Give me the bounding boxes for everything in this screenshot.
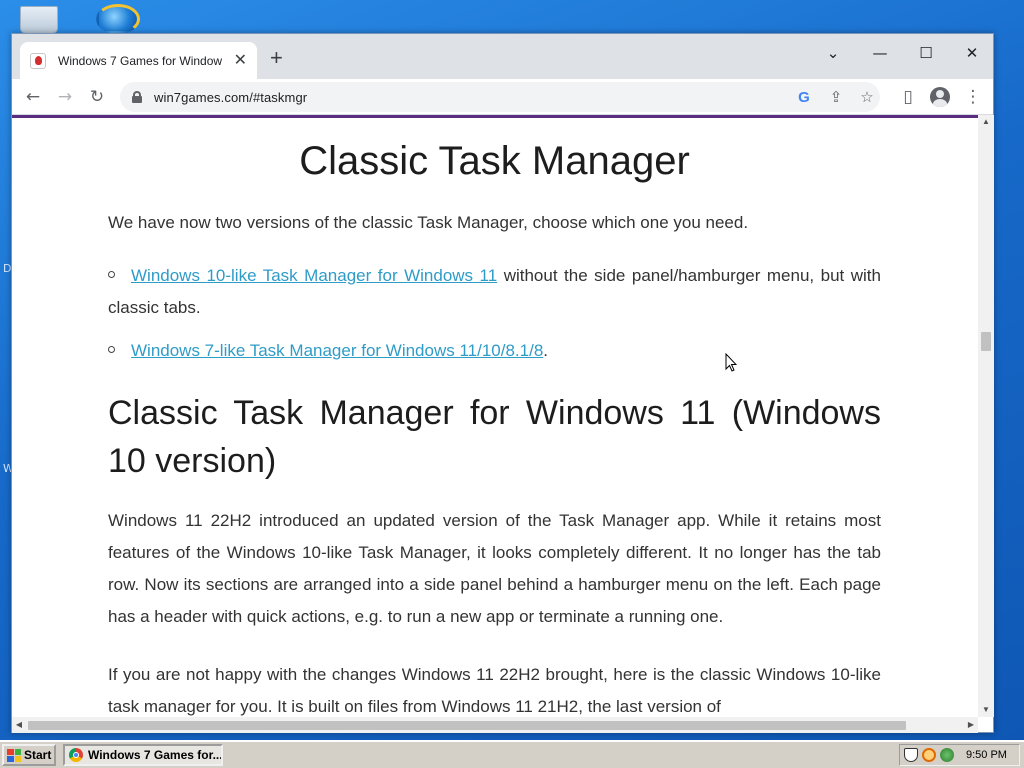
bookmark-star-icon[interactable]: ☆	[855, 85, 879, 109]
list-item: Windows 7-like Task Manager for Windows …	[108, 335, 881, 367]
internet-explorer-icon[interactable]	[96, 4, 140, 34]
site-favicon-icon	[30, 52, 46, 69]
page-content: Classic Task Manager We have now two ver…	[12, 115, 978, 717]
bullet-icon	[108, 346, 115, 354]
maximize-button[interactable]: ☐	[903, 38, 949, 68]
start-label: Start	[24, 748, 52, 762]
list-item-text: .	[543, 341, 549, 360]
minimize-button[interactable]: —	[857, 38, 903, 68]
horizontal-scrollbar[interactable]: ◀ ▶	[12, 717, 978, 733]
scroll-up-icon[interactable]: ▲	[978, 115, 994, 129]
shield-icon[interactable]	[904, 748, 918, 762]
paragraph: If you are not happy with the changes Wi…	[108, 665, 881, 716]
lock-icon[interactable]	[132, 91, 142, 103]
browser-window: Windows 7 Games for Windows 11 ✕ + ⌄ — ☐…	[11, 33, 994, 733]
profile-button[interactable]	[928, 85, 952, 109]
browser-tab[interactable]: Windows 7 Games for Windows 11 ✕	[20, 42, 257, 79]
title-bar: Windows 7 Games for Windows 11 ✕ + ⌄ — ☐…	[12, 34, 993, 79]
vertical-scroll-thumb[interactable]	[981, 332, 991, 351]
tab-search-button[interactable]: ⌄	[810, 38, 856, 68]
bullet-icon	[108, 271, 115, 279]
vertical-scrollbar[interactable]: ▲ ▼	[978, 115, 994, 717]
tab-title: Windows 7 Games for Windows 11	[58, 53, 222, 68]
win10-task-manager-link[interactable]: Windows 10-like Task Manager for Windows…	[131, 266, 497, 285]
windows-logo-icon	[7, 748, 21, 762]
network-icon[interactable]	[940, 748, 954, 762]
reload-button[interactable]: ↻	[85, 85, 109, 109]
browser-menu-button[interactable]: ⋮	[961, 85, 985, 109]
list-item: Windows 10-like Task Manager for Windows…	[108, 260, 881, 324]
tab-close-icon[interactable]: ✕	[234, 52, 247, 69]
profile-avatar-icon	[930, 87, 950, 107]
section-heading: Classic Task Manager for Windows 11 (Win…	[108, 394, 881, 480]
url-text[interactable]: win7games.com/#taskmgr	[154, 90, 307, 105]
accent-bar	[12, 115, 978, 118]
chrome-icon	[69, 748, 83, 762]
browser-toolbar: ← → ↻ win7games.com/#taskmgr G ⇪ ☆ ▯ ⋮	[12, 79, 993, 115]
page-title: Classic Task Manager	[299, 139, 690, 183]
start-button[interactable]: Start	[2, 744, 56, 766]
new-tab-button[interactable]: +	[270, 47, 283, 69]
paragraph: Windows 11 22H2 introduced an updated ve…	[108, 511, 881, 626]
google-lens-icon[interactable]: G	[792, 85, 816, 109]
close-window-button[interactable]: ✕	[949, 38, 995, 68]
taskbar-window-button[interactable]: Windows 7 Games for...	[63, 744, 223, 766]
taskbar-window-label: Windows 7 Games for...	[88, 748, 223, 762]
horizontal-scroll-thumb[interactable]	[28, 721, 906, 730]
scroll-down-icon[interactable]: ▼	[978, 703, 994, 717]
search-icon[interactable]	[922, 748, 936, 762]
system-tray: 9:50 PM	[899, 744, 1020, 766]
win7-task-manager-link[interactable]: Windows 7-like Task Manager for Windows …	[131, 341, 543, 360]
scroll-right-icon[interactable]: ▶	[964, 717, 978, 733]
recycle-bin-icon[interactable]	[20, 6, 58, 34]
share-icon[interactable]: ⇪	[824, 85, 848, 109]
side-panel-icon[interactable]: ▯	[896, 85, 920, 109]
forward-button[interactable]: →	[53, 85, 77, 109]
taskbar: Start Windows 7 Games for... 9:50 PM	[0, 740, 1024, 768]
intro-text: We have now two versions of the classic …	[108, 213, 749, 232]
back-button[interactable]: ←	[21, 85, 45, 109]
scroll-left-icon[interactable]: ◀	[12, 717, 26, 733]
address-bar[interactable]: win7games.com/#taskmgr G ⇪ ☆	[120, 82, 880, 112]
clock[interactable]: 9:50 PM	[966, 749, 1007, 761]
